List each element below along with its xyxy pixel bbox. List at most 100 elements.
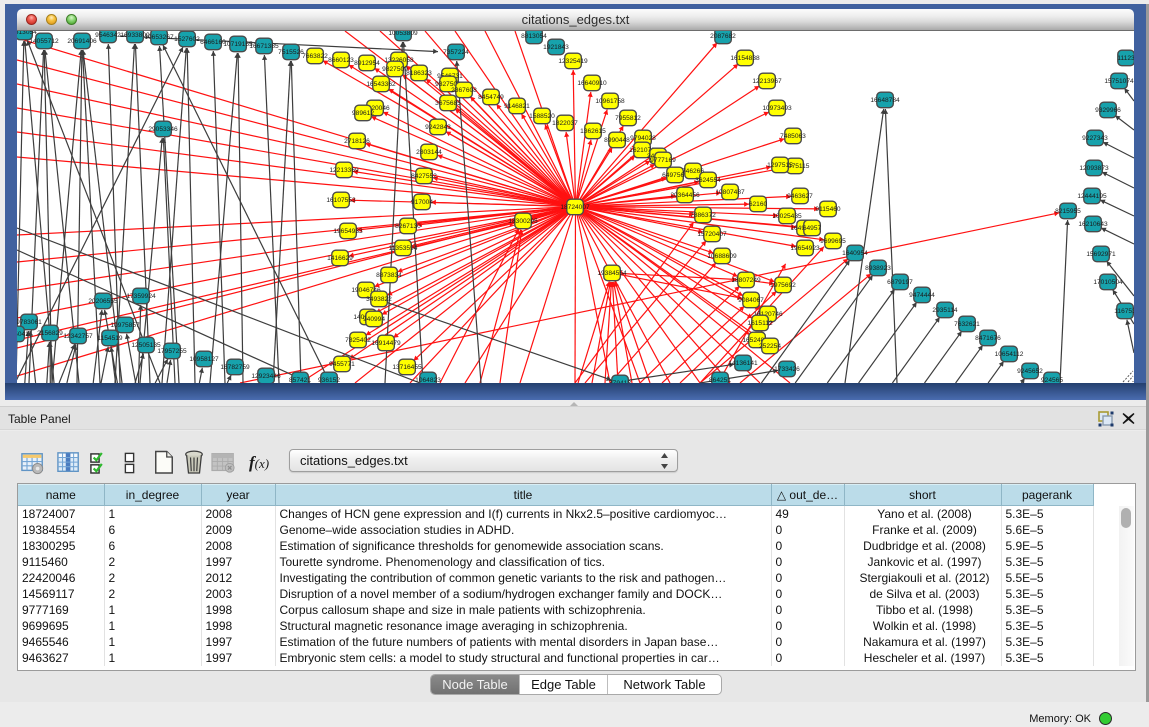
svg-text:10654112: 10654112 <box>995 351 1024 358</box>
svg-text:1416629: 1416629 <box>327 255 353 262</box>
svg-text:7485063: 7485063 <box>780 133 806 140</box>
svg-text:7515526: 7515526 <box>278 49 304 56</box>
svg-text:917004: 917004 <box>411 199 433 206</box>
svg-text:16782759: 16782759 <box>220 364 250 371</box>
svg-text:11353594: 11353594 <box>389 245 418 252</box>
svg-text:9242843: 9242843 <box>425 124 451 131</box>
svg-text:1154519: 1154519 <box>97 335 123 342</box>
svg-text:9463627: 9463627 <box>787 193 813 200</box>
svg-text:2718126: 2718126 <box>344 138 370 145</box>
svg-text:8267130: 8267130 <box>395 223 421 230</box>
svg-text:6879197: 6879197 <box>887 279 913 286</box>
svg-text:16543362: 16543362 <box>366 81 396 88</box>
svg-text:10025435: 10025435 <box>772 213 802 220</box>
svg-text:1733426: 1733426 <box>774 366 800 373</box>
svg-text:9699695: 9699695 <box>820 238 846 245</box>
svg-text:16671385: 16671385 <box>249 43 279 50</box>
svg-text:9084067: 9084067 <box>738 297 764 304</box>
svg-text:29053346: 29053346 <box>148 126 178 133</box>
svg-text:8990448: 8990448 <box>604 137 630 144</box>
svg-text:9783061: 9783061 <box>17 319 42 326</box>
svg-text:10975857: 10975857 <box>110 322 140 329</box>
svg-text:12213369: 12213369 <box>329 167 359 174</box>
svg-text:12923446: 12923446 <box>251 373 281 380</box>
svg-text:3915041: 3915041 <box>17 331 29 338</box>
svg-text:779413: 779413 <box>609 380 631 383</box>
svg-text:17359924: 17359924 <box>126 293 156 300</box>
svg-text:2367608: 2367608 <box>451 87 477 94</box>
svg-text:17957255: 17957255 <box>157 348 187 355</box>
svg-text:9777169: 9777169 <box>650 157 676 164</box>
svg-text:1064823: 1064823 <box>415 377 441 383</box>
svg-text:7955812: 7955812 <box>615 115 641 122</box>
svg-text:13716455: 13716455 <box>392 364 422 371</box>
svg-text:8427552: 8427552 <box>411 173 437 180</box>
svg-text:8215955: 8215955 <box>1055 208 1081 215</box>
svg-text:989612: 989612 <box>352 110 374 117</box>
svg-text:20206555: 20206555 <box>88 298 118 305</box>
svg-text:20364456: 20364456 <box>670 192 700 199</box>
svg-text:9146821: 9146821 <box>504 103 530 110</box>
svg-text:15720407: 15720407 <box>697 231 727 238</box>
svg-text:10807487: 10807487 <box>715 189 745 196</box>
svg-text:11123: 11123 <box>1117 55 1134 62</box>
svg-text:8912954: 8912954 <box>354 60 380 67</box>
svg-text:857421: 857421 <box>289 377 311 383</box>
svg-text:18807249: 18807249 <box>731 277 761 284</box>
svg-text:924565: 924565 <box>1041 377 1063 383</box>
svg-text:9115460: 9115460 <box>815 206 841 213</box>
svg-text:19654933: 19654933 <box>333 228 363 235</box>
svg-text:1975692: 1975692 <box>770 282 796 289</box>
svg-text:9245652: 9245652 <box>1017 368 1043 375</box>
svg-text:17010504: 17010504 <box>1093 279 1123 286</box>
svg-text:10688609: 10688609 <box>707 253 737 260</box>
svg-text:12342757: 12342757 <box>63 333 93 340</box>
svg-text:1362615: 1362615 <box>580 128 606 135</box>
svg-text:10958127: 10958127 <box>189 356 219 363</box>
svg-text:16210643: 16210643 <box>1078 221 1108 228</box>
svg-text:7357224: 7357224 <box>443 49 469 56</box>
svg-text:12444195: 12444195 <box>1077 193 1107 200</box>
svg-text:20691406: 20691406 <box>67 38 97 45</box>
svg-text:7632621: 7632621 <box>954 321 980 328</box>
svg-text:12093873: 12093873 <box>1079 165 1109 172</box>
svg-text:10653267: 10653267 <box>144 34 174 41</box>
svg-text:16640910: 16640910 <box>577 80 607 87</box>
svg-text:6466160: 6466160 <box>200 39 226 46</box>
svg-text:9827509: 9827509 <box>382 66 408 73</box>
svg-text:1588520: 1588520 <box>529 113 555 120</box>
svg-text:2087682: 2087682 <box>710 33 736 40</box>
svg-text:3675685: 3675685 <box>435 100 461 107</box>
svg-text:10053809: 10053809 <box>388 31 418 37</box>
svg-text:62160: 62160 <box>749 201 768 208</box>
svg-text:8813054: 8813054 <box>521 33 547 40</box>
svg-text:3624554: 3624554 <box>695 177 721 184</box>
svg-text:1297515: 1297515 <box>767 162 793 169</box>
svg-text:16154838: 16154838 <box>730 55 760 62</box>
svg-text:1921843: 1921843 <box>543 44 569 51</box>
svg-text:8186323: 8186323 <box>406 70 432 77</box>
svg-text:10973493: 10973493 <box>762 105 792 112</box>
svg-text:2803144: 2803144 <box>416 149 442 156</box>
svg-text:1640954: 1640954 <box>842 250 868 257</box>
svg-text:9455771: 9455771 <box>329 361 355 368</box>
svg-text:2156829: 2156829 <box>37 330 63 337</box>
svg-text:1615112: 1615112 <box>747 320 773 327</box>
svg-text:18724007: 18724007 <box>560 204 590 211</box>
svg-text:8938923: 8938923 <box>865 265 891 272</box>
svg-text:18300295: 18300295 <box>508 218 538 225</box>
svg-text:16648784: 16648784 <box>870 97 900 104</box>
svg-text:9474444: 9474444 <box>909 292 935 299</box>
svg-text:1527602: 1527602 <box>174 36 200 43</box>
svg-text:16107553: 16107553 <box>326 197 356 204</box>
svg-text:19654923: 19654923 <box>790 245 820 252</box>
svg-text:64957: 64957 <box>803 225 822 232</box>
svg-text:9794028: 9794028 <box>630 135 656 142</box>
svg-text:19384554: 19384554 <box>597 270 627 277</box>
svg-text:10961758: 10961758 <box>595 98 625 105</box>
svg-text:9546342: 9546342 <box>95 32 121 39</box>
svg-text:8471676: 8471676 <box>975 335 1001 342</box>
svg-text:8313054: 8313054 <box>17 31 37 36</box>
svg-text:12325419: 12325419 <box>558 58 588 65</box>
svg-text:8660123: 8660123 <box>328 57 354 64</box>
